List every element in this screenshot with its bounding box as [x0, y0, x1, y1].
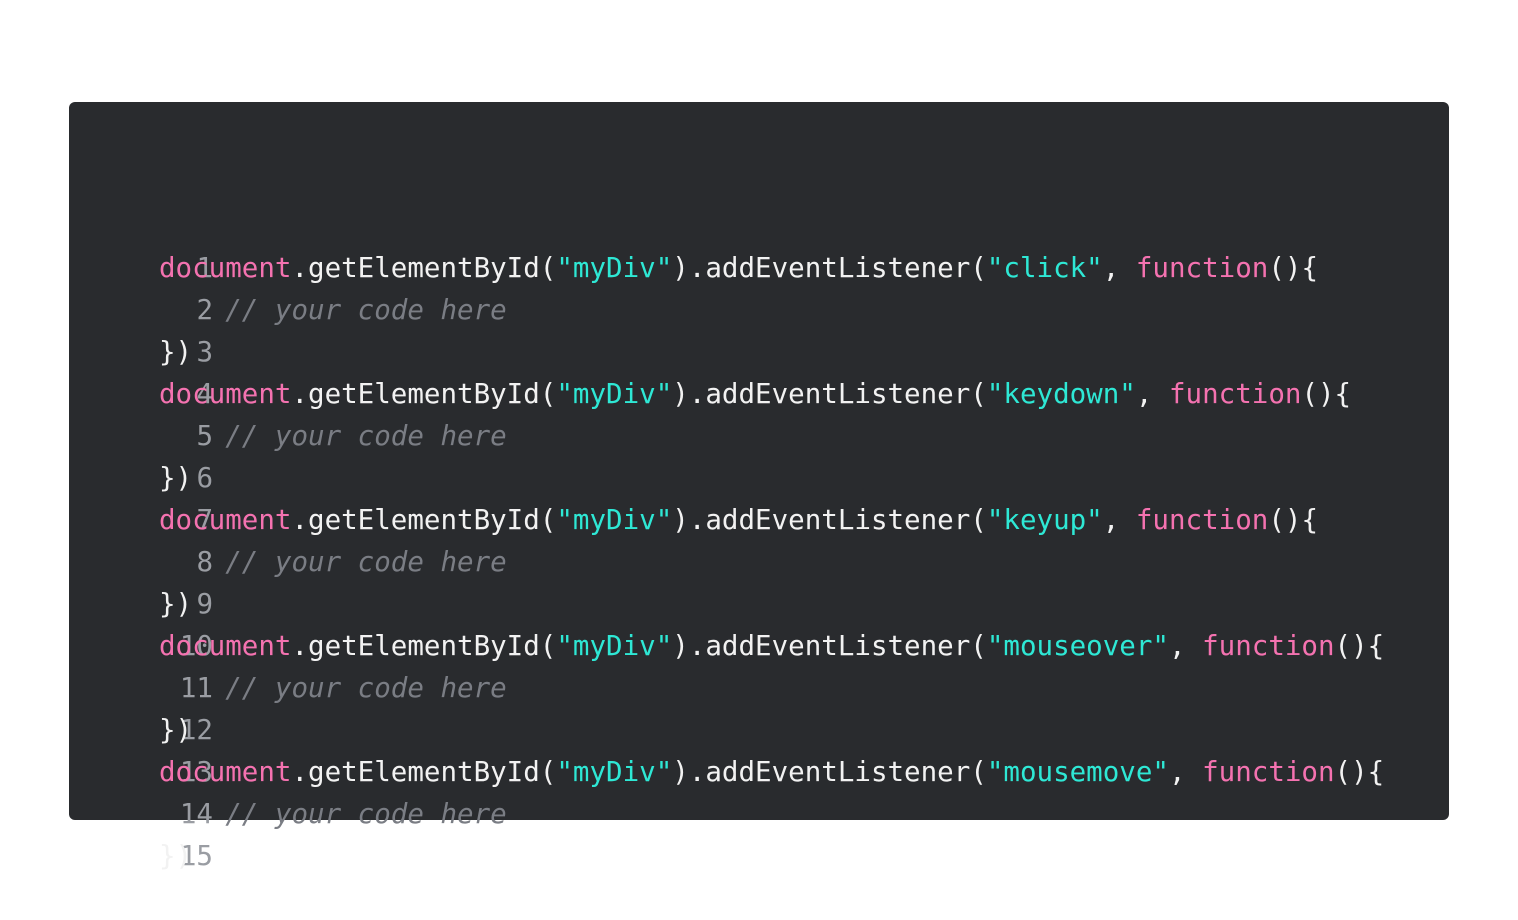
token-method: ).addEventListener( [672, 504, 987, 536]
token-keyword: function [1202, 756, 1335, 788]
token-string: "myDiv" [556, 756, 673, 788]
code-line: 13 document.getElementById("myDiv").addEv… [69, 751, 1449, 793]
code-line: 9}) [69, 583, 1449, 625]
token-method: ).addEventListener( [672, 252, 987, 284]
code-line: 11 // your code here [69, 667, 1449, 709]
code-line: 3}) [69, 331, 1449, 373]
token-method: ).addEventListener( [672, 630, 987, 662]
token-punctuation: }) [159, 336, 193, 368]
code-text: }) [159, 457, 192, 499]
code-text: // your code here [159, 793, 507, 835]
token-punctuation: (){ [1268, 504, 1318, 536]
token-object: document [159, 630, 292, 662]
code-line: 12}) [69, 709, 1449, 751]
token-punctuation: (){ [1268, 252, 1318, 284]
token-comment: // your code here [159, 546, 507, 578]
token-event-string: "mousemove" [986, 756, 1169, 788]
code-text: // your code here [159, 667, 507, 709]
token-punctuation: }) [159, 840, 193, 872]
code-line: 1 document.getElementById("myDiv").addEve… [69, 247, 1449, 289]
token-string: "myDiv" [556, 252, 673, 284]
token-comment: // your code here [159, 420, 507, 452]
token-separator: , [1102, 252, 1136, 284]
code-line: 2 // your code here [69, 289, 1449, 331]
token-method: .getElementById( [291, 756, 557, 788]
code-text: document.getElementById("myDiv").addEven… [159, 625, 1384, 667]
token-separator: , [1168, 630, 1203, 662]
token-punctuation: (){ [1334, 756, 1385, 788]
token-comment: // your code here [159, 798, 507, 830]
token-object: document [159, 252, 292, 284]
code-text: document.getElementById("myDiv").addEven… [159, 247, 1318, 289]
code-block: 1 document.getElementById("myDiv").addEve… [69, 102, 1449, 872]
token-object: document [159, 504, 292, 536]
token-string: "myDiv" [556, 630, 673, 662]
token-object: document [159, 756, 292, 788]
code-text: document.getElementById("myDiv").addEven… [159, 751, 1384, 793]
token-separator: , [1168, 756, 1203, 788]
code-text: // your code here [159, 415, 507, 457]
token-event-string: "click" [986, 252, 1103, 284]
token-method: .getElementById( [291, 378, 557, 410]
code-lines: 1 document.getElementById("myDiv").addEve… [69, 247, 1449, 877]
code-line: 15}) [69, 835, 1449, 877]
token-method: .getElementById( [291, 504, 557, 536]
token-event-string: "keyup" [986, 504, 1103, 536]
token-comment: // your code here [159, 672, 507, 704]
token-punctuation: }) [159, 462, 193, 494]
code-text: }) [159, 709, 192, 751]
code-line: 5 // your code here [69, 415, 1449, 457]
token-event-string: "mouseover" [986, 630, 1169, 662]
code-line: 7 document.getElementById("myDiv").addEve… [69, 499, 1449, 541]
code-text: // your code here [159, 289, 507, 331]
token-object: document [159, 378, 292, 410]
token-method: ).addEventListener( [672, 378, 987, 410]
token-keyword: function [1135, 252, 1269, 284]
code-text: document.getElementById("myDiv").addEven… [159, 499, 1318, 541]
token-method: ).addEventListener( [672, 756, 987, 788]
code-text: }) [159, 331, 192, 373]
token-method: .getElementById( [291, 630, 557, 662]
code-text: document.getElementById("myDiv").addEven… [159, 373, 1351, 415]
token-comment: // your code here [159, 294, 507, 326]
code-line: 14 // your code here [69, 793, 1449, 835]
token-method: .getElementById( [291, 252, 557, 284]
token-keyword: function [1135, 504, 1269, 536]
code-line: 8 // your code here [69, 541, 1449, 583]
code-text: }) [159, 583, 192, 625]
code-line: 4 document.getElementById("myDiv").addEve… [69, 373, 1449, 415]
token-keyword: function [1202, 630, 1335, 662]
token-punctuation: (){ [1301, 378, 1352, 410]
token-keyword: function [1168, 378, 1302, 410]
code-line: 10 document.getElementById("myDiv").addEv… [69, 625, 1449, 667]
token-punctuation: }) [159, 588, 193, 620]
token-string: "myDiv" [556, 378, 673, 410]
code-text: }) [159, 835, 192, 877]
code-text: // your code here [159, 541, 507, 583]
token-event-string: "keydown" [986, 378, 1136, 410]
token-separator: , [1135, 378, 1169, 410]
token-string: "myDiv" [556, 504, 673, 536]
token-separator: , [1102, 504, 1136, 536]
token-punctuation: }) [159, 714, 193, 746]
code-line: 6}) [69, 457, 1449, 499]
token-punctuation: (){ [1334, 630, 1385, 662]
